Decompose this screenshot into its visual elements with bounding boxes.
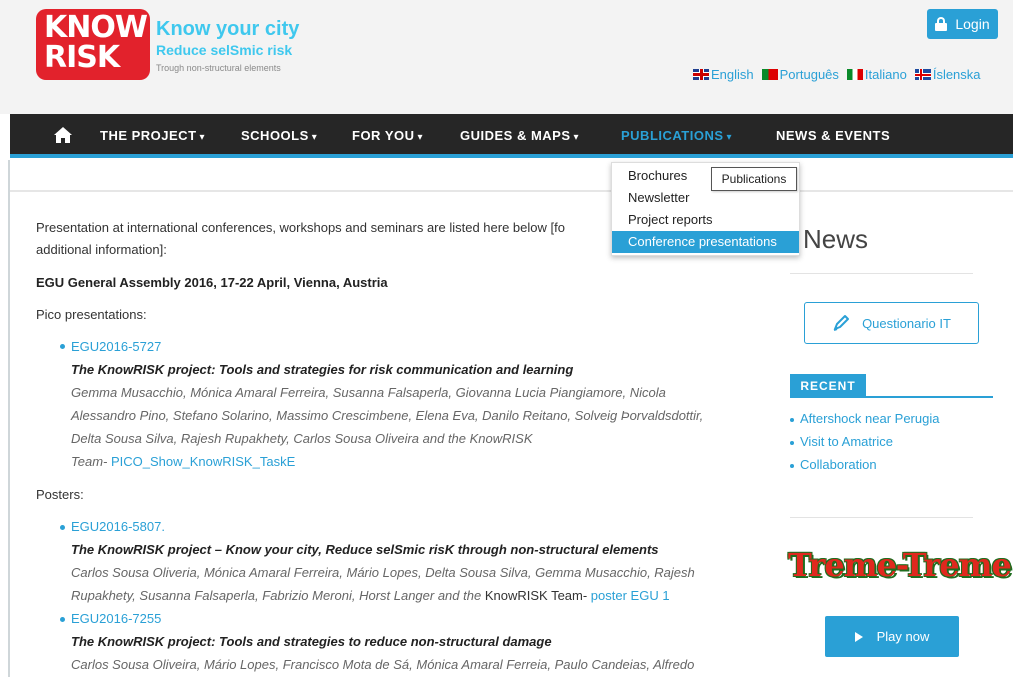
questionario-button[interactable]: Questionario IT (804, 302, 979, 344)
event-title: EGU General Assembly 2016, 17-22 April, … (36, 275, 388, 290)
poster1-team: KnowRISK Team- (484, 588, 591, 603)
play-now-button[interactable]: Play now (825, 616, 959, 657)
login-label: Login (955, 16, 990, 32)
knowrisk-logo[interactable]: KNOW RISK (36, 9, 150, 80)
posters-heading: Posters: (36, 487, 84, 502)
portugal-flag-icon (761, 69, 778, 80)
lock-icon (935, 17, 948, 31)
lang-icelandic[interactable]: Íslenska (914, 67, 981, 82)
chevron-down-icon: ▾ (417, 132, 424, 143)
nav-for-you[interactable]: FOR YOU ▾ (352, 128, 423, 143)
lang-label: Íslenska (932, 67, 981, 82)
iceland-flag-icon (914, 69, 931, 80)
nav-the-project[interactable]: THE PROJECT ▾ (100, 128, 205, 143)
chevron-down-icon: ▾ (199, 132, 206, 143)
login-button[interactable]: Login (927, 9, 998, 39)
recent-item[interactable]: Collaboration (790, 457, 877, 472)
bullet-icon (790, 463, 794, 468)
lang-label: Italiano (864, 67, 907, 82)
main-nav: THE PROJECT ▾ SCHOOLS ▾ FOR YOU ▾ GUIDES & … (10, 114, 1013, 158)
recent-tab: RECENT (790, 374, 866, 398)
pico-team-link[interactable]: PICO_Show_KnowRISK_TaskE (111, 454, 295, 469)
uk-flag-icon (693, 69, 709, 80)
nav-label: GUIDES & MAPS (460, 128, 571, 143)
recent-item[interactable]: Visit to Amatrice (790, 434, 893, 449)
play-icon (854, 631, 863, 642)
tagline-main: Know your city (156, 18, 300, 40)
bullet-icon (60, 525, 65, 530)
menu-item-conference-presentations[interactable]: Conference presentations (612, 231, 799, 253)
language-selector: English Português Italiano Íslenska (693, 67, 981, 82)
lang-english[interactable]: English (693, 67, 754, 82)
nav-label: PUBLICATIONS (621, 128, 724, 143)
logo-text-bottom: RISK (44, 40, 120, 75)
tagline-small: Trough non-structural elements (156, 63, 281, 73)
nav-publications[interactable]: PUBLICATIONS ▾ (621, 128, 732, 143)
poster2-authors: Carlos Sousa Oliveira, Mário Lopes, Fran… (71, 657, 695, 672)
recent-item-label: Collaboration (800, 457, 877, 472)
lang-italian[interactable]: Italiano (846, 67, 907, 82)
recent-item-label: Aftershock near Perugia (800, 411, 940, 426)
lang-portuguese[interactable]: Português (761, 67, 839, 82)
pico-heading: Pico presentations: (36, 307, 147, 322)
poster1-title: The KnowRISK project – Know your city, R… (71, 542, 659, 557)
nav-underbar (10, 162, 1013, 192)
publications-tooltip: Publications (711, 167, 797, 191)
site-header: KNOW RISK Know your city Reduce selSmic … (0, 0, 1013, 114)
divider (790, 517, 973, 518)
lang-label: English (711, 67, 754, 82)
pico-authors: Alessandro Pino, Stefano Solarino, Massi… (71, 408, 704, 423)
chevron-down-icon: ▾ (573, 132, 580, 143)
left-border (8, 160, 10, 677)
poster2-link[interactable]: EGU2016-7255 (71, 611, 161, 626)
intro-text-cont: additional information]: (36, 242, 167, 257)
team-prefix: Team- (71, 454, 111, 469)
pico-team-line: Team- PICO_Show_KnowRISK_TaskE (71, 454, 295, 469)
recent-item-label: Visit to Amatrice (800, 434, 893, 449)
poster1-authors-line2: Rupakhety, Susanna Falsaperla, Fabrizio … (71, 588, 670, 603)
pico-link[interactable]: EGU2016-5727 (71, 339, 161, 354)
pico-title: The KnowRISK project: Tools and strategi… (71, 362, 574, 377)
bullet-icon (60, 617, 65, 622)
intro-text: Presentation at international conference… (36, 220, 565, 235)
nav-schools[interactable]: SCHOOLS ▾ (241, 128, 317, 143)
bullet-icon (790, 417, 794, 422)
nav-label: SCHOOLS (241, 128, 309, 143)
poster1-authors: Rupakhety, Susanna Falsaperla, Fabrizio … (71, 588, 485, 603)
divider (790, 273, 973, 274)
nav-label: FOR YOU (352, 128, 415, 143)
recent-underline (790, 396, 993, 398)
nav-guides-maps[interactable]: GUIDES & MAPS ▾ (460, 128, 579, 143)
news-heading: News (803, 224, 869, 254)
nav-news-events[interactable]: NEWS & EVENTS (776, 128, 890, 143)
pico-authors: Gemma Musacchio, Mónica Amaral Ferreira,… (71, 385, 666, 400)
chevron-down-icon: ▾ (311, 132, 318, 143)
poster1-authors: Carlos Sousa Oliveria, Mónica Amaral Fer… (71, 565, 695, 580)
nav-label: NEWS & EVENTS (776, 128, 891, 143)
treme-treme-logo[interactable]: Treme-Treme (788, 546, 1012, 584)
recent-item[interactable]: Aftershock near Perugia (790, 411, 939, 426)
pico-authors: Delta Sousa Silva, Rajesh Rupakhety, Car… (71, 431, 533, 446)
menu-item-project-reports[interactable]: Project reports (612, 209, 799, 231)
poster1-link[interactable]: EGU2016-5807. (71, 519, 165, 534)
nav-label: THE PROJECT (100, 128, 197, 143)
poster-egu-link[interactable]: poster EGU 1 (591, 588, 670, 603)
lang-label: Português (779, 67, 839, 82)
italy-flag-icon (846, 69, 863, 80)
chevron-down-icon: ▾ (726, 132, 733, 143)
poster2-title: The KnowRISK project: Tools and strategi… (71, 634, 552, 649)
questionario-label: Questionario IT (862, 315, 951, 331)
pencil-icon (833, 315, 850, 331)
bullet-icon (60, 344, 65, 349)
home-icon[interactable] (53, 126, 73, 144)
tagline-sub: Reduce selSmic risk (156, 42, 293, 58)
play-label: Play now (876, 629, 930, 644)
bullet-icon (790, 440, 794, 445)
